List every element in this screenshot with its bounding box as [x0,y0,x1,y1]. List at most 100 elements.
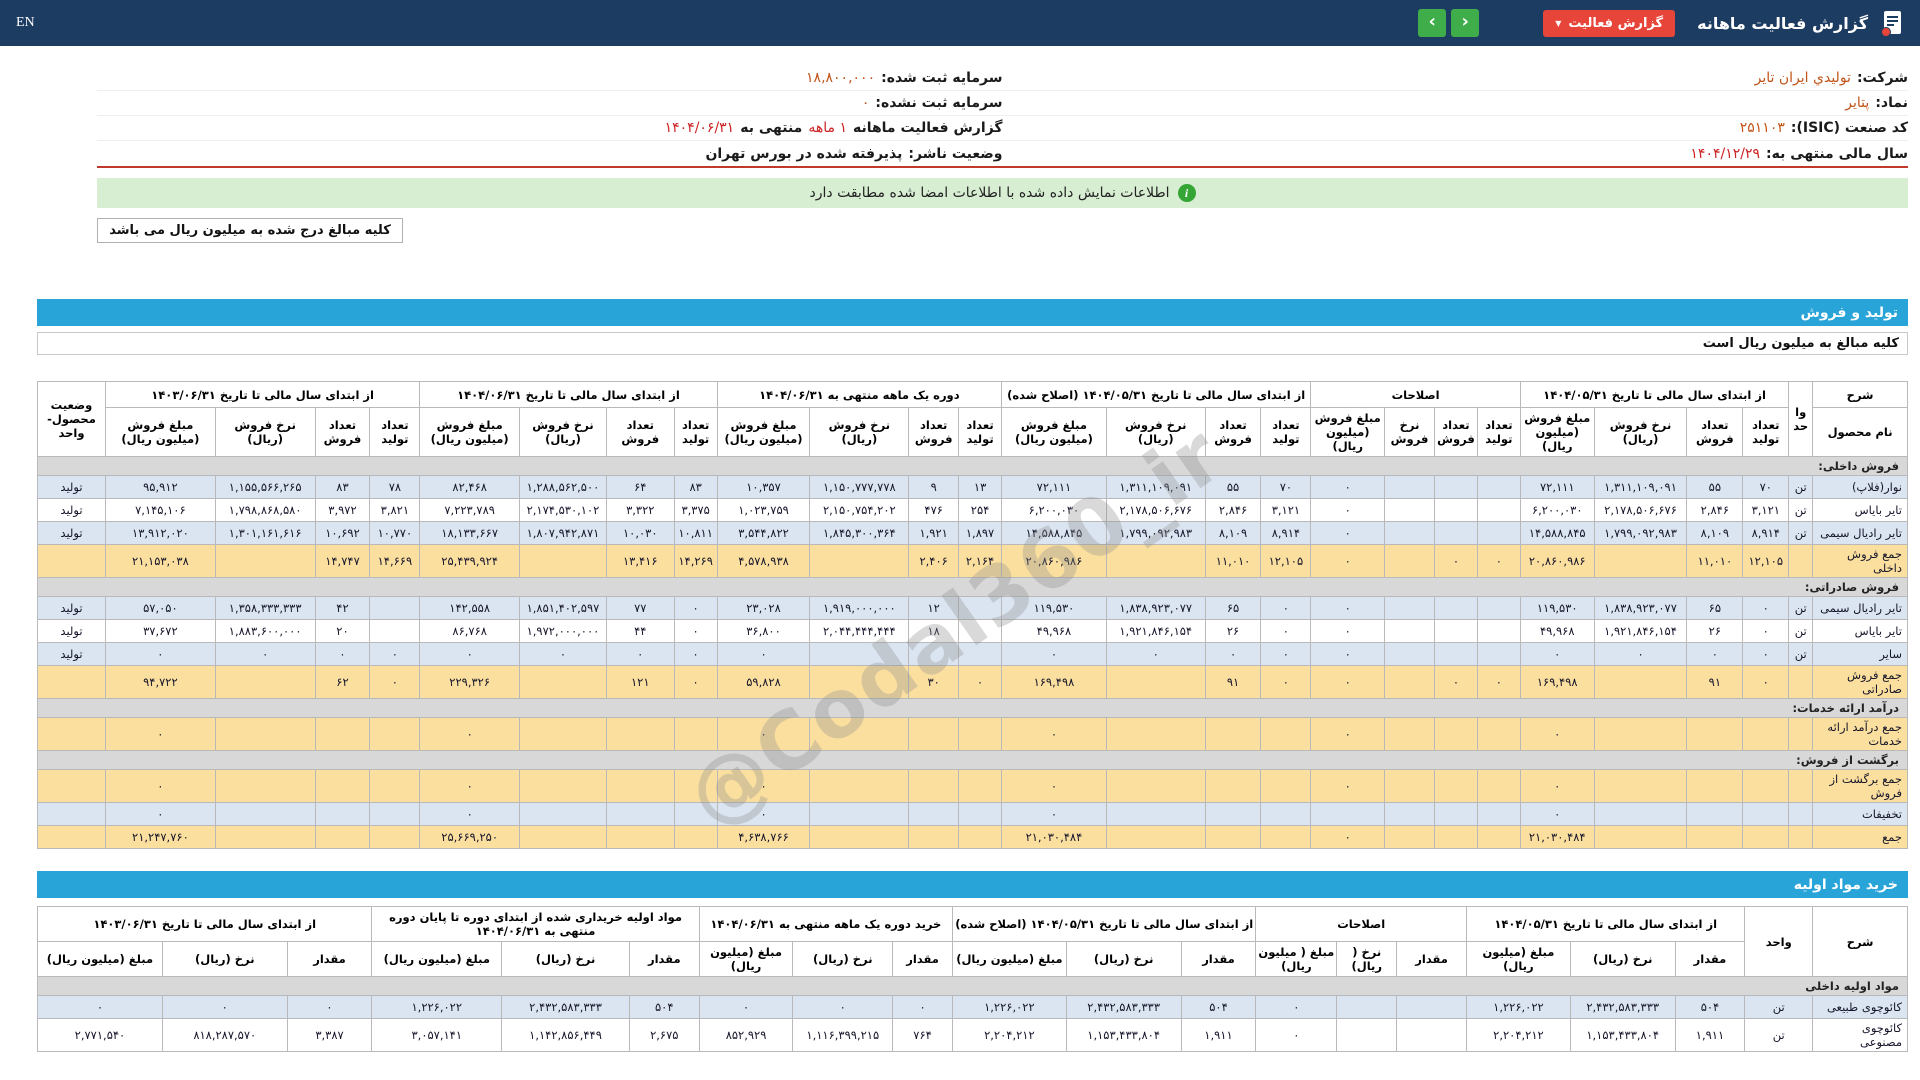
value-cell: ۵۰۴ [629,996,699,1019]
status-cell: تولید [38,476,106,499]
value-cell [1106,770,1205,803]
prev-report-button[interactable]: ‹ [1418,9,1446,37]
column-header: مبلغ فروش (میلیون ریال) [1002,408,1107,457]
value-cell: ۷,۱۴۵,۱۰۶ [105,499,215,522]
value-cell: ۱,۸۹۷ [959,522,1002,545]
value-cell: ۲۱,۰۳۰,۴۸۴ [1520,826,1594,849]
value-cell [1687,826,1743,849]
value-cell [959,620,1002,643]
value-cell [215,545,315,578]
value-cell: ۷۲,۱۱۱ [1520,476,1594,499]
top-bar: گزارش فعالیت ماهانه گزارش فعالیت ▼ ‹ › E… [0,0,1920,46]
value-cell [1594,770,1687,803]
value-cell: ۳,۰۵۷,۱۴۱ [372,1019,502,1052]
signed-data-banner-text: اطلاعات نمایش داده شده با اطلاعات امضا ش… [810,185,1170,201]
next-report-button[interactable]: › [1451,9,1479,37]
value-cell: ۰ [420,643,520,666]
status-cell: تولید [38,597,106,620]
value-cell: ۲,۴۰۶ [909,545,959,578]
value-cell: ۰ [1311,499,1385,522]
value-cell [1385,522,1435,545]
description-column-header: شرح [1813,907,1908,977]
value-cell: ۰ [1311,545,1385,578]
value-cell: ۱۱۹,۵۳۰ [1520,597,1594,620]
info-label: نماد: [1875,95,1908,111]
table-header-subcolumn-row: نام محصولتعداد تولیدتعداد فروشنرخ فروش (… [38,408,1908,457]
value-cell: ۰ [1520,643,1594,666]
value-cell: ۰ [420,770,520,803]
content-gap [0,243,1920,299]
value-cell: ۲,۰۴۴,۴۴۴,۴۴۴ [810,620,909,643]
value-cell [1434,597,1477,620]
table-header-group-row: شرحواحداز ابتدای سال مالی تا تاریخ ۱۴۰۴/… [38,907,1908,942]
value-cell: ۰ [1261,643,1311,666]
value-cell: ۰ [1743,643,1789,666]
value-cell [1477,718,1520,751]
million-rial-note: کلیه مبالغ درج شده به میلیون ریال می باش… [97,218,403,243]
activity-report-dropdown-button[interactable]: گزارش فعالیت ▼ [1543,10,1675,37]
value-cell: ۰ [959,666,1002,699]
value-cell: ۱,۳۵۸,۳۳۳,۳۳۳ [215,597,315,620]
column-header: تعداد فروش [1205,408,1261,457]
value-cell [1385,803,1435,826]
value-cell [520,666,607,699]
value-cell [520,826,607,849]
value-cell: ۵۰۴ [1675,996,1745,1019]
language-switch-en[interactable]: EN [16,15,35,31]
value-cell [215,826,315,849]
column-header: تعداد فروش [1434,408,1477,457]
company-info-right-column: شرکت: تولیدي ایران تایر نماد: پتایر کد ص… [1003,66,1909,166]
value-cell [606,718,674,751]
value-cell: ۳۶,۸۰۰ [717,620,810,643]
value-cell: ۳,۱۲۱ [1743,499,1789,522]
value-cell: ۱۴,۷۴۷ [315,545,370,578]
value-cell: ۰ [1743,666,1789,699]
value-cell: ۷۸ [370,476,420,499]
production-sales-table-wrap: شرحواحداز ابتدای سال مالی تا تاریخ ۱۴۰۴/… [37,381,1908,849]
value-cell: ۲۱,۰۳۰,۴۸۴ [1002,826,1107,849]
value-cell [1743,826,1789,849]
value-cell: ۱,۱۵۳,۴۳۳,۸۰۴ [1066,1019,1181,1052]
value-cell: ۷۰ [1261,476,1311,499]
info-label: شرکت: [1857,70,1908,86]
total-row: جمع برگشت از فروش۰۰۰۰۰۰ [38,770,1908,803]
value-cell: ۲۱,۲۴۷,۷۶۰ [105,826,215,849]
value-cell [1477,476,1520,499]
value-cell [315,803,370,826]
value-cell: ۰ [38,996,163,1019]
value-cell: ۱۸,۱۳۳,۶۶۷ [420,522,520,545]
info-label: کد صنعت (ISIC): [1791,120,1908,136]
issuer-status-row: وضعیت ناشر: پذیرفته شده در بورس تهران [97,141,1003,166]
value-cell [810,545,909,578]
section-row: مواد اولیه داخلی [38,977,1908,996]
value-cell: ۳,۵۴۴,۸۲۲ [717,522,810,545]
value-cell: ۷۶۴ [893,1019,953,1052]
product-name-cell: نوار(فلاپ) [1813,476,1908,499]
data-row: سایرتن۰۰۰۰۰۰۰۰۰۰۰۰۰۰۰۰۰۰تولید [38,643,1908,666]
value-cell [959,718,1002,751]
column-header: نرخ (ریال) [502,942,630,977]
value-cell [1385,826,1435,849]
product-name-cell: تایر رادیال سیمی [1813,522,1908,545]
value-cell: ۲,۴۳۲,۵۸۳,۳۳۳ [1570,996,1675,1019]
value-cell: ۳,۳۸۷ [287,1019,372,1052]
value-cell [1434,718,1477,751]
value-cell [1434,803,1477,826]
value-cell: ۹۵,۹۱۲ [105,476,215,499]
value-cell: ۹۱ [1205,666,1261,699]
value-cell: ۱,۷۹۹,۰۹۲,۹۸۳ [1106,522,1205,545]
value-cell: ۰ [1311,597,1385,620]
value-cell [1385,597,1435,620]
value-cell: ۰ [105,643,215,666]
value-cell: ۱۲۱ [606,666,674,699]
group-header: دوره یک ماهه منتهی به ۱۴۰۴/۰۶/۳۱ [717,382,1001,408]
value-cell [606,826,674,849]
column-header: تعداد فروش [606,408,674,457]
column-header: مبلغ فروش (میلیون ریال) [1520,408,1594,457]
value-cell [1743,770,1789,803]
value-cell: ۰ [717,803,810,826]
value-cell: ۴,۶۳۸,۷۶۶ [717,826,810,849]
value-cell [1205,826,1261,849]
value-cell: ۱,۹۷۲,۰۰۰,۰۰۰ [520,620,607,643]
value-cell: ۰ [1434,545,1477,578]
